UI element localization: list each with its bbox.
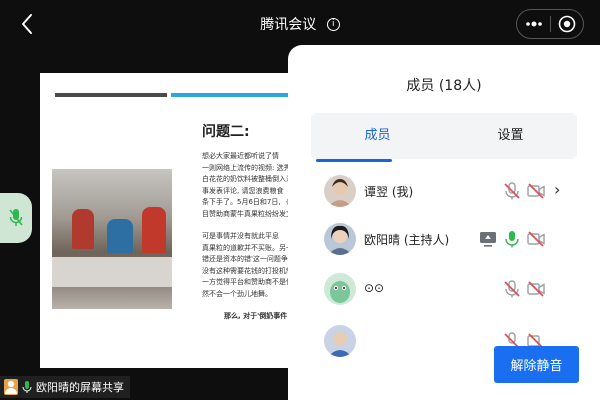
meeting-title-bar: 腾讯会议 i [0, 14, 600, 34]
active-tab-indicator [316, 159, 392, 162]
slide-line: 可是事情并没有就此平息 [202, 232, 279, 240]
target-circle-icon[interactable] [551, 9, 583, 39]
slide-line: 条下手了。5月6日和7日, 《 [202, 198, 290, 206]
slide-body: 想必大家最近都听说了情 一则网络上流传的视频: 选秀 白花花的奶饮料被整桶倒入沙… [202, 151, 300, 351]
slide-line-bold: 那么, 对于'倒奶事件 [224, 312, 288, 320]
mic-muted-icon[interactable] [502, 279, 522, 299]
slide-line: 真果粒的道歉并不买账。另一 [202, 243, 293, 252]
member-avatar [324, 325, 356, 357]
screen-share-icon [480, 232, 496, 247]
slide-gap [202, 300, 300, 311]
slide-heading: 问题二: [202, 124, 250, 140]
screen-share-label: 欧阳晴的屏幕共享 [0, 376, 130, 398]
photo-stall [52, 257, 172, 287]
member-row[interactable]: 谭翌 (我) › [324, 171, 589, 211]
app-title: 腾讯会议 [260, 17, 317, 33]
mic-muted-icon[interactable] [502, 181, 522, 201]
video-off-icon[interactable] [526, 181, 546, 201]
photo-person [142, 207, 166, 253]
member-name: ⊙⊙ [364, 281, 385, 295]
shared-screen-slide: 问题二: 想必大家最近都听说了情 一则网络上流传的视频: 选秀 白花花的奶饮料被… [40, 73, 300, 368]
slide-line: 目赞助商蒙牛真果粒纷纷发文 [202, 209, 293, 218]
slide-line: 一方觉得平台和赞助商不是傻 [202, 278, 293, 286]
sharer-avatar [4, 379, 18, 395]
member-row[interactable]: ⊙⊙ [324, 269, 589, 309]
info-icon[interactable]: i [326, 17, 340, 31]
chevron-right-icon[interactable]: › [554, 181, 574, 201]
member-avatar [324, 223, 356, 255]
panel-tabs: 成员 设置 [311, 113, 577, 159]
member-name: 欧阳晴 (主持人) [364, 233, 450, 247]
slide-line: 错还是资本的错'这一问题争论 [202, 255, 295, 263]
capsule-menu [516, 9, 584, 39]
slide-line: 想必大家最近都听说了情 [202, 152, 279, 160]
photo-person [107, 219, 133, 253]
video-off-icon[interactable] [526, 229, 546, 249]
slide-line: 一则网络上流传的视频: 选秀 [202, 163, 291, 172]
unmute-button[interactable]: 解除静音 [494, 346, 579, 383]
mic-active-icon [22, 381, 32, 393]
video-off-icon[interactable] [526, 279, 546, 299]
members-panel: 成员 (18人) 成员 设置 谭翌 (我) › 欧阳晴 (主持人) ⊙⊙ 解除静… [288, 45, 600, 400]
tab-settings[interactable]: 设置 [444, 113, 577, 159]
slide-line: 事发表评论, 请您浪费粮食 [202, 186, 284, 195]
member-name: 谭翌 (我) [364, 185, 414, 199]
member-avatar [324, 273, 356, 305]
member-avatar [324, 175, 356, 207]
more-dots-icon[interactable] [517, 9, 550, 39]
panel-title: 成员 (18人) [406, 78, 482, 94]
mic-active-icon[interactable] [502, 229, 522, 249]
slide-photo [52, 169, 172, 309]
screen-share-text: 欧阳晴的屏幕共享 [36, 381, 124, 394]
slide-line: 没有这种需要花钱的打投机制 [202, 266, 293, 275]
member-row[interactable]: 欧阳晴 (主持人) [324, 219, 589, 259]
floating-mic-button[interactable] [0, 193, 32, 243]
slide-line: 白花花的奶饮料被整桶倒入沙 [202, 175, 293, 183]
top-bar: 腾讯会议 i [0, 0, 600, 48]
slide-progress-blue [171, 93, 289, 97]
mic-muted-icon [9, 209, 23, 226]
slide-line: 然不会一个劲儿地舞。 [202, 289, 272, 298]
slide-gap [202, 220, 300, 231]
slide-progress-dark [55, 93, 167, 97]
photo-person [72, 209, 94, 249]
tab-members[interactable]: 成员 [311, 113, 444, 159]
